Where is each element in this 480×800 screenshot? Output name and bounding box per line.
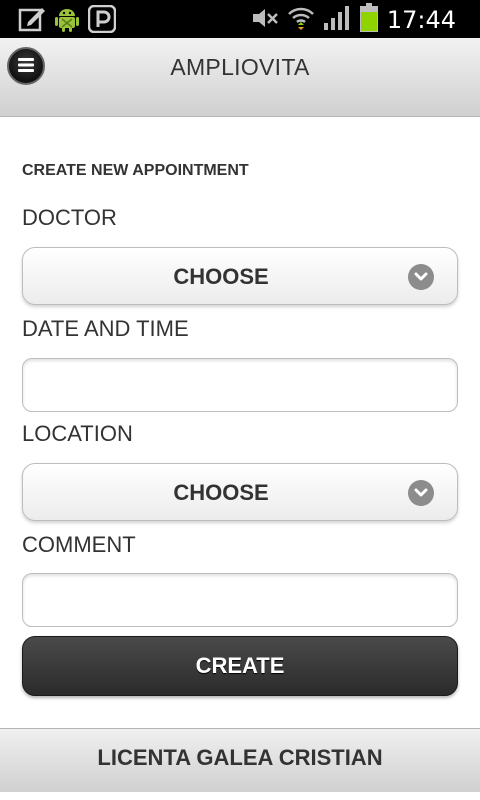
date-time-input[interactable] (22, 358, 458, 412)
chevron-down-icon (408, 264, 434, 290)
doctor-label: DOCTOR (22, 205, 117, 230)
wifi-icon (287, 4, 315, 36)
edit-icon (18, 6, 46, 36)
bottom-strip (0, 792, 480, 800)
comment-label: COMMENT (22, 532, 136, 557)
p-app-icon (87, 4, 117, 37)
app-footer: LICENTA GALEA CRISTIAN (0, 728, 480, 793)
location-label: LOCATION (22, 421, 133, 446)
footer-text: LICENTA GALEA CRISTIAN (97, 745, 383, 770)
date-time-label: DATE AND TIME (22, 316, 189, 341)
no-sound-icon (249, 6, 279, 34)
comment-input[interactable] (22, 573, 458, 627)
signal-icon (323, 5, 351, 35)
page-title: AMPLIOVITA (170, 54, 310, 80)
doctor-select-value: CHOOSE (173, 264, 269, 289)
location-select-value: CHOOSE (173, 480, 269, 505)
form-title: CREATE NEW APPOINTMENT (22, 162, 249, 179)
doctor-select[interactable]: CHOOSE (22, 247, 458, 305)
battery-icon (359, 3, 379, 37)
android-debug-icon (54, 5, 80, 37)
status-bar: 17:44 (0, 0, 480, 38)
app-header: AMPLIOVITA (0, 38, 480, 117)
status-time: 17:44 (386, 6, 456, 34)
create-button[interactable]: CREATE (22, 636, 458, 696)
status-right-icons: 17:44 (249, 3, 456, 37)
location-select[interactable]: CHOOSE (22, 463, 458, 521)
status-left-icons (18, 4, 117, 37)
chevron-down-icon (408, 480, 434, 506)
